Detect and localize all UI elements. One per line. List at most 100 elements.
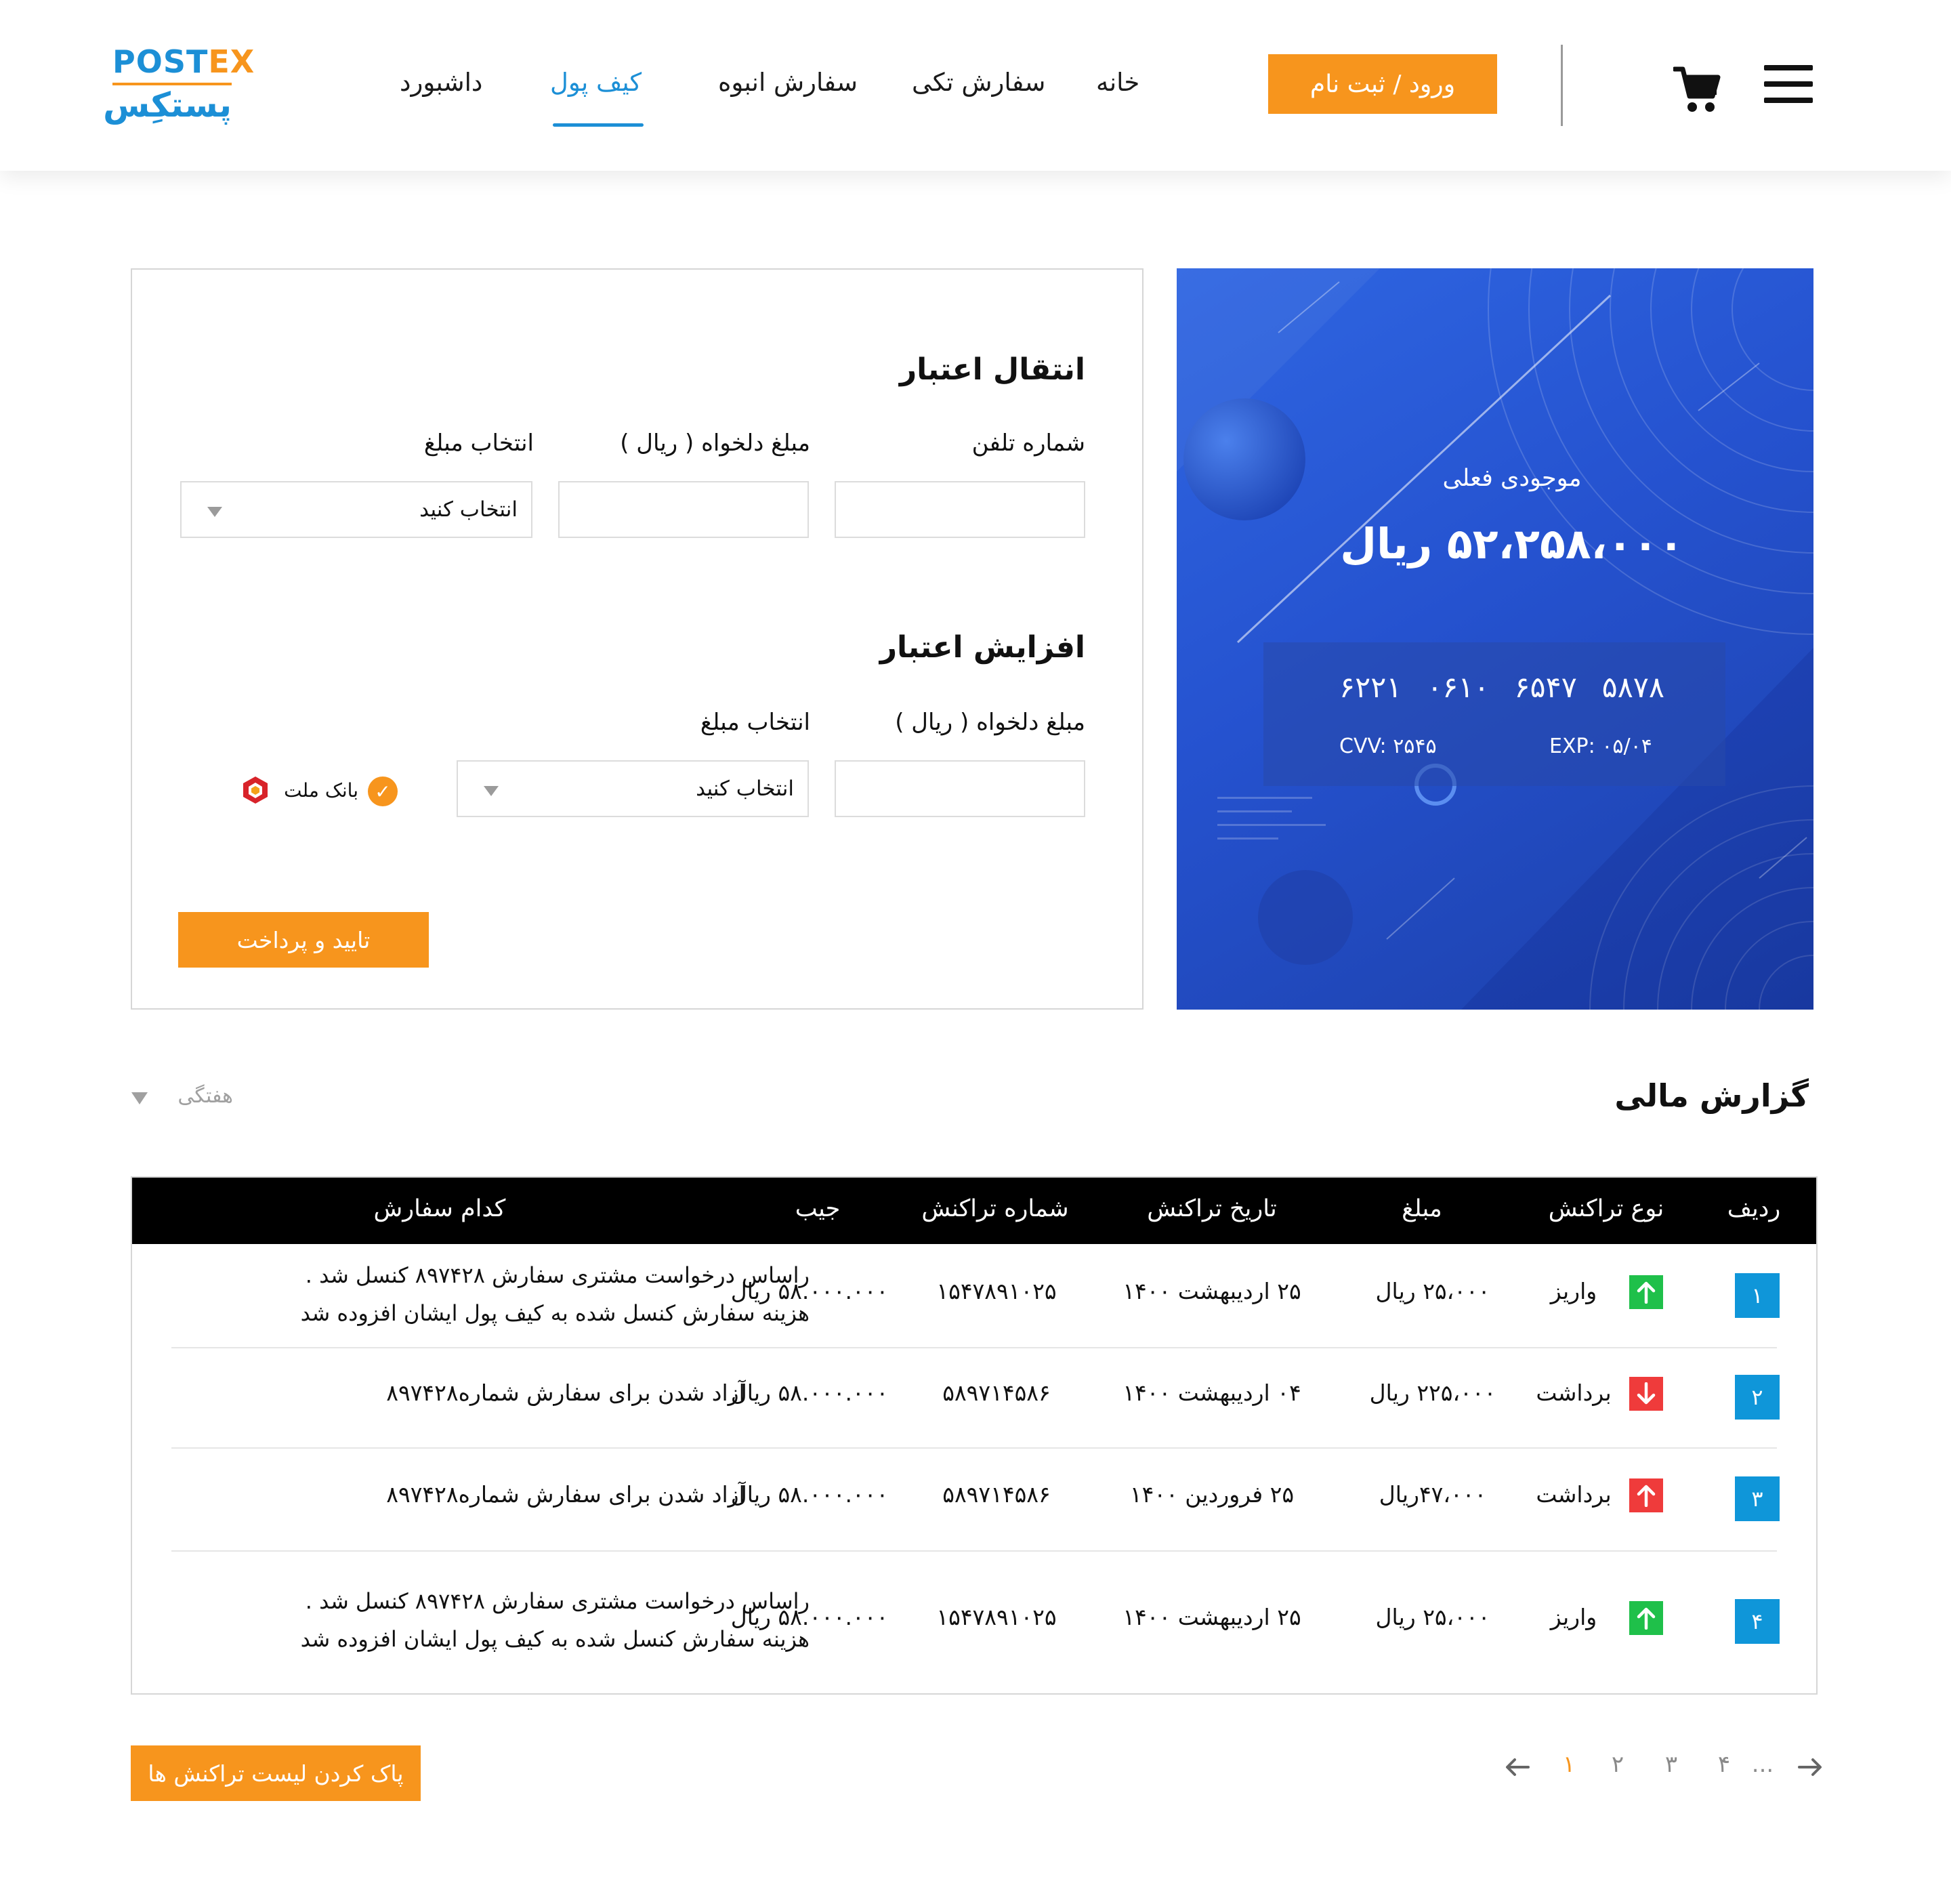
phone-label: شماره تلفن <box>971 430 1085 457</box>
cell-pocket: ۵۸.۰۰۰.۰۰۰ ریال <box>730 1481 889 1508</box>
cell-order-desc: راساس درخواست مشتری سفارش ۸۹۷۴۲۸ کنسل شد… <box>301 1256 810 1332</box>
cell-amount: ۲۵،۰۰۰ ریال <box>1375 1604 1490 1630</box>
cart-icon[interactable] <box>1673 65 1721 115</box>
card-expiry: EXP: ۰۵/۰۴ <box>1549 734 1652 758</box>
nav-wallet[interactable]: کیف پول <box>550 68 642 97</box>
transfer-credit-title: انتقال اعتبار <box>899 352 1085 387</box>
cell-tx-number: ۱۵۴۷۸۹۱۰۲۵ <box>936 1278 1057 1304</box>
bank-mellat-option[interactable]: ✓ بانک ملت <box>240 772 398 810</box>
order-desc-line: هزینه سفارش کنسل شده به کیف پول ایشان اف… <box>300 1626 810 1652</box>
nav-bulk-order[interactable]: سفارش انبوه <box>718 68 858 97</box>
topup-amount-select[interactable]: انتخاب کنید <box>457 760 809 817</box>
cell-amount: ۲۵،۰۰۰ ریال <box>1375 1278 1490 1304</box>
page-3[interactable]: ۳ <box>1665 1751 1677 1778</box>
cell-type: برداشت <box>1536 1380 1612 1406</box>
card-number-group: ۵۸۷۸ <box>1601 671 1664 705</box>
cell-tx-number: ۵۸۹۷۱۴۵۸۶ <box>942 1380 1051 1406</box>
period-value: هفتگی <box>177 1084 233 1108</box>
cell-order-desc: آزاد شدن برای سفارش شماره۸۹۷۴۲۸ <box>386 1380 745 1406</box>
topup-select-label: انتخاب مبلغ <box>700 709 810 736</box>
cell-tx-number: ۱۵۴۷۸۹۱۰۲۵ <box>936 1604 1057 1630</box>
topup-amount-input[interactable] <box>835 760 1085 817</box>
page-ellipsis: ... <box>1751 1751 1774 1778</box>
transactions-table: ردیف نوع تراکنش مبلغ تاریخ تراکنش شماره … <box>131 1176 1818 1695</box>
cell-amount: ۴۷،۰۰۰ریال <box>1379 1481 1487 1508</box>
cell-order-desc: آزاد شدن برای سفارش شماره۸۹۷۴۲۸ <box>386 1481 745 1508</box>
row-index-badge: ۲ <box>1735 1375 1780 1420</box>
topup-select-value: انتخاب کنید <box>696 777 794 801</box>
transfer-select-label: انتخاب مبلغ <box>423 430 534 457</box>
cell-type: برداشت <box>1536 1481 1612 1508</box>
chevron-down-icon <box>484 786 499 796</box>
col-header-order: کدام سفارش <box>373 1195 506 1222</box>
header-divider <box>1561 45 1563 126</box>
nav-home[interactable]: خانه <box>1096 68 1139 97</box>
cell-order-desc: راساس درخواست مشتری سفارش ۸۹۷۴۲۸ کنسل شد… <box>301 1582 810 1658</box>
arrow-up-icon <box>1629 1601 1663 1635</box>
row-divider <box>171 1550 1777 1552</box>
phone-input[interactable] <box>835 481 1085 538</box>
postex-logo[interactable]: POSTEX پستکِس <box>103 43 254 131</box>
pagination: ۱ ۲ ۳ ۴ ... <box>1498 1748 1824 1789</box>
period-select[interactable]: هفتگی <box>131 1081 233 1113</box>
clear-transactions-button[interactable]: پاک کردن لیست تراکنش ها <box>131 1745 421 1801</box>
page-1[interactable]: ۱ <box>1563 1751 1575 1778</box>
arrow-right-icon[interactable] <box>1797 1754 1824 1781</box>
card-number: ۶۲۲۱ ۰۶۱۰ ۶۵۴۷ ۵۸۷۸ <box>1339 671 1664 705</box>
transfer-amount-input[interactable] <box>558 481 809 538</box>
credit-form-card: انتقال اعتبار شماره تلفن مبلغ دلخواه ( ر… <box>131 268 1144 1010</box>
increase-credit-title: افزایش اعتبار <box>879 630 1085 665</box>
logo-text-fa: پستکِس <box>103 85 232 125</box>
page-4[interactable]: ۴ <box>1718 1751 1730 1778</box>
col-header-pocket: جیب <box>795 1195 841 1222</box>
arrow-left-icon[interactable] <box>1504 1754 1531 1781</box>
col-header-type: نوع تراکنش <box>1548 1195 1664 1222</box>
nav-active-underline <box>553 123 644 127</box>
top-header: POSTEX پستکِس داشبورد کیف پول سفارش انبو… <box>0 0 1951 171</box>
col-header-tx-number: شماره تراکنش <box>921 1195 1069 1222</box>
col-header-amount: مبلغ <box>1402 1195 1442 1222</box>
logo-text-en: POSTEX <box>112 43 255 80</box>
row-divider <box>171 1447 1777 1449</box>
transfer-amount-select[interactable]: انتخاب کنید <box>180 481 532 538</box>
table-header: ردیف نوع تراکنش مبلغ تاریخ تراکنش شماره … <box>132 1178 1816 1244</box>
arrow-up-icon <box>1629 1478 1663 1512</box>
col-header-index: ردیف <box>1727 1195 1781 1222</box>
cell-tx-number: ۵۸۹۷۱۴۵۸۶ <box>942 1481 1051 1508</box>
row-index-badge: ۴ <box>1735 1599 1780 1644</box>
cell-type: واریز <box>1550 1604 1597 1630</box>
cell-date: ۲۵ فروردین ۱۴۰۰ <box>1129 1481 1295 1508</box>
row-index-badge: ۱ <box>1735 1273 1780 1318</box>
login-register-button[interactable]: ورود / ثبت نام <box>1268 54 1497 114</box>
transfer-amount-label: مبلغ دلخواه ( ریال ) <box>620 430 810 457</box>
confirm-pay-button[interactable]: تایید و پرداخت <box>178 912 429 968</box>
card-background-pattern <box>1177 268 1813 1010</box>
balance-label: موجودی فعلی <box>1442 465 1582 492</box>
order-desc-line: هزینه سفارش کنسل شده به کیف پول ایشان اف… <box>300 1300 810 1326</box>
bank-mellat-logo-icon <box>243 777 268 804</box>
wallet-balance-card: موجودی فعلی ۵۲،۲۵۸،۰۰۰ ریال ۶۲۲۱ ۰۶۱۰ ۶۵… <box>1177 268 1813 1010</box>
card-number-group: ۰۶۱۰ <box>1427 671 1490 705</box>
card-number-group: ۶۲۲۱ <box>1339 671 1402 705</box>
page-2[interactable]: ۲ <box>1612 1751 1624 1778</box>
nav-dashboard[interactable]: داشبورد <box>400 68 482 97</box>
order-desc-line: راساس درخواست مشتری سفارش ۸۹۷۴۲۸ کنسل شد… <box>305 1588 810 1614</box>
row-index-badge: ۳ <box>1735 1476 1780 1521</box>
cell-pocket: ۵۸.۰۰۰.۰۰۰ ریال <box>730 1380 889 1406</box>
card-info-strip: ۶۲۲۱ ۰۶۱۰ ۶۵۴۷ ۵۸۷۸ CVV: ۲۵۴۵ EXP: ۰۵/۰۴ <box>1263 642 1725 786</box>
nav-single-order[interactable]: سفارش تکی <box>912 68 1045 97</box>
arrow-down-icon <box>1629 1377 1663 1411</box>
hamburger-menu-icon[interactable] <box>1764 65 1813 103</box>
chevron-down-icon <box>207 507 222 517</box>
cell-amount: ۲۲۵،۰۰۰ ریال <box>1369 1380 1496 1406</box>
bank-name: بانک ملت <box>284 779 358 802</box>
col-header-date: تاریخ تراکنش <box>1147 1195 1277 1222</box>
balance-value: ۵۲،۲۵۸،۰۰۰ ریال <box>1340 519 1684 568</box>
check-icon: ✓ <box>368 777 398 806</box>
cell-date: ۲۵ اردیبهشت ۱۴۰۰ <box>1123 1604 1301 1630</box>
order-desc-line: راساس درخواست مشتری سفارش ۸۹۷۴۲۸ کنسل شد… <box>305 1262 810 1288</box>
card-cvv: CVV: ۲۵۴۵ <box>1339 734 1437 758</box>
transfer-select-value: انتخاب کنید <box>419 497 518 522</box>
cell-date: ۰۴ اردیبهشت ۱۴۰۰ <box>1123 1380 1301 1406</box>
arrow-up-icon <box>1629 1275 1663 1309</box>
